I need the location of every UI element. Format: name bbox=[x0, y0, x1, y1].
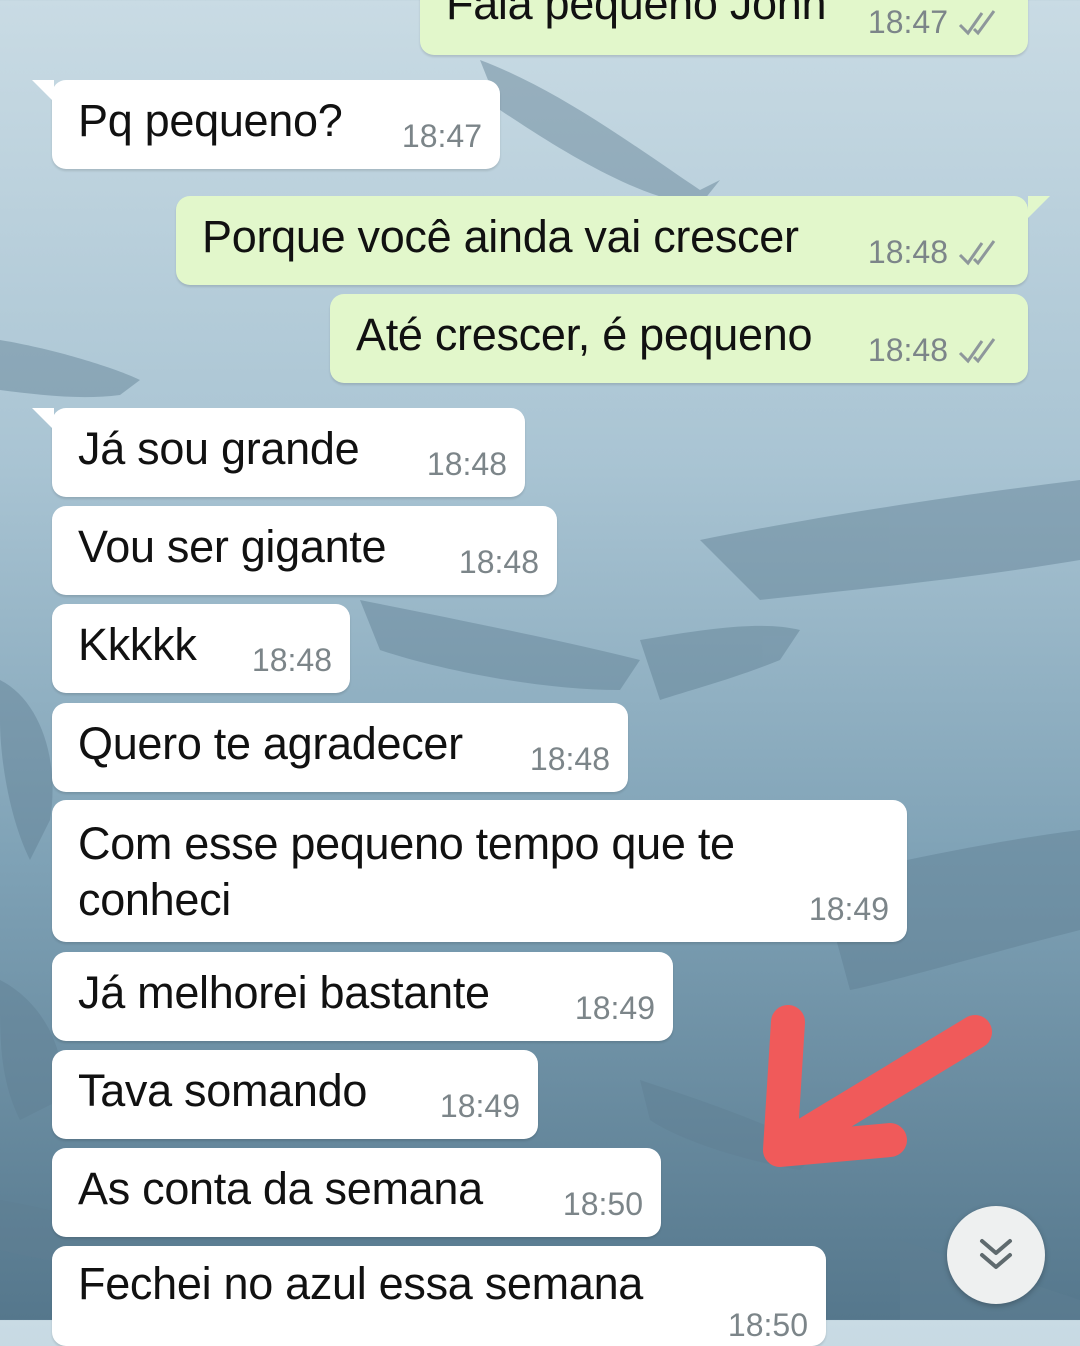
message-time: 18:48 bbox=[867, 234, 948, 270]
message-bubble-incoming[interactable]: Tava somando 18:49 bbox=[52, 1050, 538, 1139]
double-check-icon bbox=[958, 338, 996, 364]
scroll-to-bottom-button[interactable] bbox=[947, 1206, 1045, 1304]
message-bubble-outgoing[interactable]: Fala pequeno John 18:47 bbox=[420, 0, 1028, 55]
message-bubble-incoming[interactable]: As conta da semana 18:50 bbox=[52, 1148, 661, 1237]
message-bubble-incoming[interactable]: Vou ser gigante 18:48 bbox=[52, 506, 557, 595]
message-text: Com esse pequeno tempo que te conheci bbox=[78, 818, 735, 925]
message-text: Kkkkk bbox=[78, 618, 197, 670]
message-time: 18:50 bbox=[562, 1186, 643, 1222]
message-text: Fala pequeno John bbox=[446, 0, 827, 29]
message-text: As conta da semana bbox=[78, 1162, 483, 1214]
message-text: Porque você ainda vai crescer bbox=[202, 210, 799, 262]
message-time: 18:48 bbox=[867, 332, 948, 368]
double-check-icon bbox=[958, 10, 996, 36]
message-time: 18:48 bbox=[529, 741, 610, 777]
message-time: 18:49 bbox=[808, 891, 889, 927]
message-time: 18:47 bbox=[867, 4, 948, 40]
message-bubble-incoming[interactable]: Com esse pequeno tempo que te conheci 18… bbox=[52, 800, 907, 942]
message-bubble-outgoing[interactable]: Até crescer, é pequeno 18:48 bbox=[330, 294, 1028, 383]
bubble-tail bbox=[32, 408, 54, 430]
message-bubble-incoming[interactable]: Kkkkk 18:48 bbox=[52, 604, 350, 693]
message-bubble-incoming[interactable]: Fechei no azul essa semana 18:50 bbox=[52, 1246, 826, 1346]
message-bubble-incoming[interactable]: Quero te agradecer 18:48 bbox=[52, 703, 628, 792]
chevron-double-down-icon bbox=[980, 1239, 1012, 1269]
message-text: Vou ser gigante bbox=[78, 520, 387, 572]
message-text: Fechei no azul essa semana bbox=[78, 1257, 644, 1309]
bubble-tail bbox=[1028, 196, 1050, 218]
message-bubble-incoming[interactable]: Já melhorei bastante 18:49 bbox=[52, 952, 673, 1041]
message-text: Tava somando bbox=[78, 1064, 368, 1116]
message-time: 18:50 bbox=[727, 1307, 808, 1343]
message-time: 18:47 bbox=[401, 118, 482, 154]
message-text: Já melhorei bastante bbox=[78, 966, 490, 1018]
double-check-icon bbox=[958, 240, 996, 266]
message-bubble-incoming[interactable]: Pq pequeno? 18:47 bbox=[32, 80, 500, 169]
message-bubble-incoming[interactable]: Já sou grande 18:48 bbox=[32, 408, 525, 497]
message-time: 18:49 bbox=[439, 1088, 520, 1124]
message-time: 18:48 bbox=[458, 544, 539, 580]
message-time: 18:48 bbox=[426, 446, 507, 482]
red-arrow-annotation bbox=[763, 1005, 992, 1167]
message-text: Quero te agradecer bbox=[78, 717, 463, 769]
bubble-tail bbox=[32, 80, 54, 102]
message-time: 18:49 bbox=[574, 990, 655, 1026]
message-text: Já sou grande bbox=[78, 422, 360, 474]
message-bubble-outgoing[interactable]: Porque você ainda vai crescer 18:48 bbox=[176, 196, 1050, 285]
message-time: 18:48 bbox=[251, 642, 332, 678]
message-text: Até crescer, é pequeno bbox=[356, 308, 813, 360]
message-text: Pq pequeno? bbox=[78, 94, 343, 146]
